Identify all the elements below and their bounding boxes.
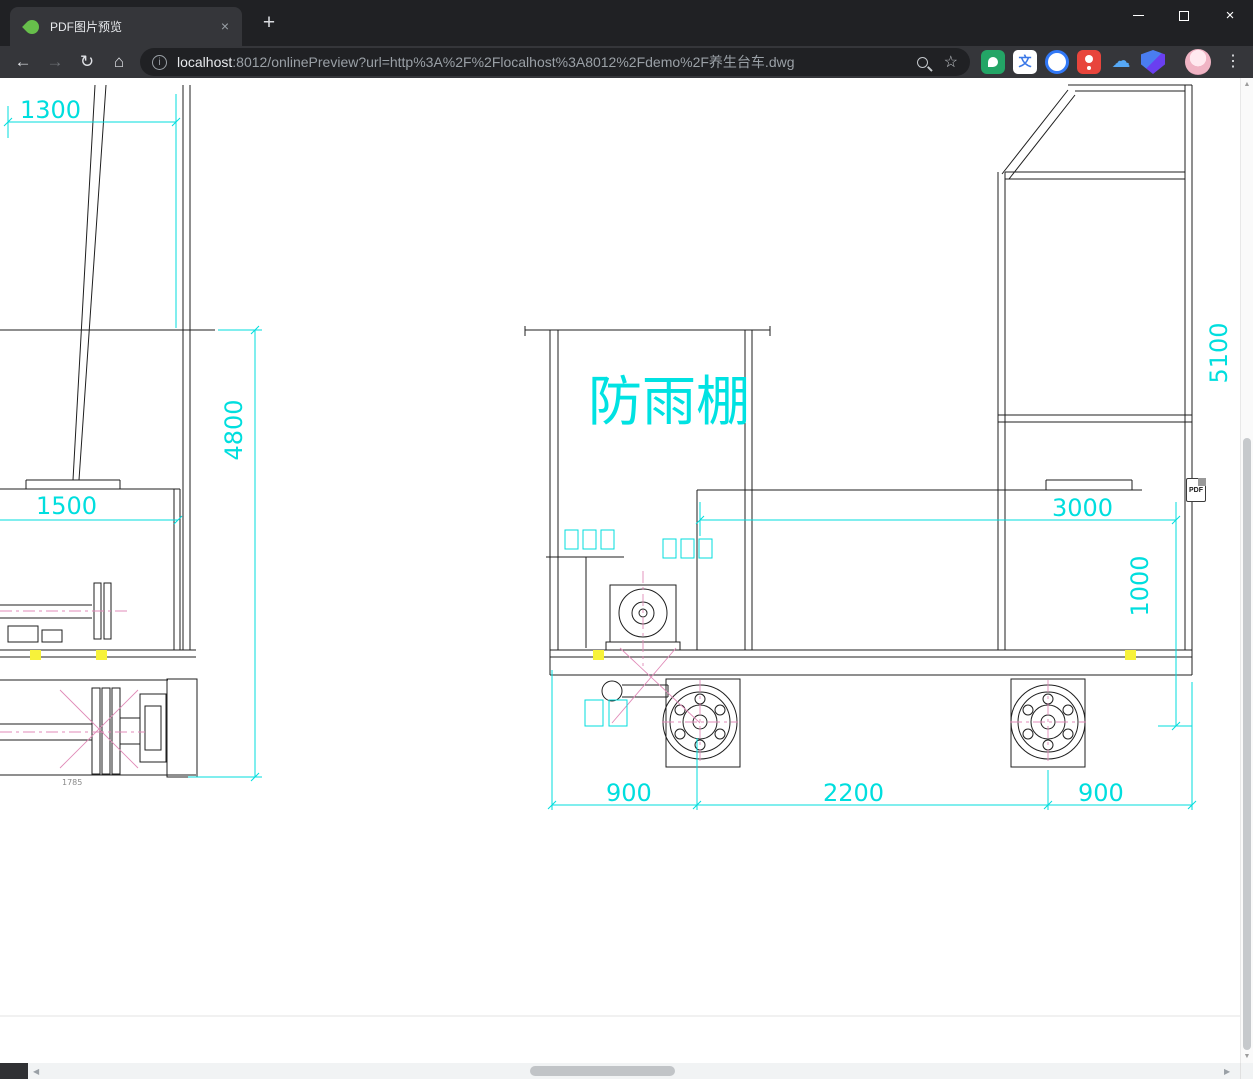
dim-5100: 5100 bbox=[1205, 322, 1233, 383]
cad-drawing: 1300 4800 1500 5100 3000 1000 900 2200 9… bbox=[0, 84, 1240, 1017]
left-elevation-lines bbox=[0, 84, 215, 778]
vertical-scrollbar[interactable]: ▲ ▼ bbox=[1240, 78, 1253, 1063]
window-controls: × bbox=[1115, 0, 1253, 31]
extension-icon-red[interactable] bbox=[1077, 50, 1101, 74]
browser-menu-button[interactable]: ⋮ bbox=[1221, 46, 1245, 78]
dim-1300: 1300 bbox=[20, 96, 81, 124]
browser-tab[interactable]: PDF图片预览 × bbox=[10, 7, 242, 46]
dim-900-left: 900 bbox=[606, 779, 652, 807]
dim-1500: 1500 bbox=[36, 492, 97, 520]
reload-button[interactable]: ↻ bbox=[72, 46, 102, 78]
url-host: localhost bbox=[177, 54, 233, 70]
minimize-button[interactable] bbox=[1115, 0, 1161, 31]
dim-4800: 4800 bbox=[220, 399, 248, 460]
pdf-file-label: PDF bbox=[1189, 487, 1203, 494]
dim-2200: 2200 bbox=[823, 779, 884, 807]
maximize-button[interactable] bbox=[1161, 0, 1207, 31]
maximize-icon bbox=[1179, 10, 1189, 21]
highlight-marks bbox=[30, 650, 1136, 660]
minimize-icon bbox=[1132, 15, 1144, 16]
home-button[interactable]: ⌂ bbox=[104, 46, 134, 78]
extension-icon-blue-ring[interactable] bbox=[1045, 50, 1069, 74]
pink-centerlines bbox=[0, 571, 1086, 764]
extension-icon-green[interactable] bbox=[981, 50, 1005, 74]
dim-900-right: 900 bbox=[1078, 779, 1124, 807]
dim-3000: 3000 bbox=[1052, 494, 1113, 522]
favicon-spring-leaf-icon bbox=[22, 16, 42, 37]
address-bar[interactable]: i localhost:8012/onlinePreview?url=http%… bbox=[140, 48, 970, 76]
profile-avatar[interactable] bbox=[1185, 49, 1211, 75]
canopy-label: 防雨棚 bbox=[588, 370, 750, 433]
browser-toolbar: ← → ↻ ⌂ i localhost:8012/onlinePreview?u… bbox=[0, 46, 1253, 78]
new-tab-button[interactable]: + bbox=[257, 11, 281, 35]
page-info-icon[interactable]: i bbox=[152, 54, 167, 70]
close-button[interactable]: × bbox=[1207, 0, 1253, 31]
tab-close-icon[interactable]: × bbox=[216, 18, 234, 36]
pdf-file-icon[interactable]: PDF bbox=[1186, 478, 1206, 502]
dim-1000: 1000 bbox=[1126, 555, 1154, 616]
forward-button[interactable]: → bbox=[40, 46, 70, 78]
tab-strip: PDF图片预览 × + × bbox=[0, 0, 1253, 46]
bookmark-star-icon[interactable]: ☆ bbox=[944, 52, 958, 72]
horizontal-scrollbar[interactable]: ◀ ▶ bbox=[0, 1063, 1253, 1079]
scrollbar-dark-corner bbox=[0, 1063, 28, 1079]
extension-icon-translate[interactable]: 文 bbox=[1013, 50, 1037, 74]
scroll-up-arrow-icon[interactable]: ▲ bbox=[1241, 81, 1253, 88]
horizontal-scrollbar-thumb[interactable] bbox=[530, 1066, 675, 1076]
scroll-down-arrow-icon[interactable]: ▼ bbox=[1241, 1053, 1253, 1060]
vertical-scrollbar-thumb[interactable] bbox=[1243, 438, 1251, 1050]
dim-1785: 1785 bbox=[62, 778, 82, 787]
extension-icon-shield[interactable] bbox=[1141, 50, 1165, 74]
url-rest: :8012/onlinePreview?url=http%3A%2F%2Floc… bbox=[232, 54, 795, 70]
zoom-icon[interactable] bbox=[916, 56, 928, 68]
page-content-dwg-preview: 1300 4800 1500 5100 3000 1000 900 2200 9… bbox=[0, 78, 1240, 1063]
scrollbar-corner bbox=[1240, 1063, 1253, 1079]
extension-icon-cloud[interactable]: ☁ bbox=[1109, 50, 1133, 74]
scroll-left-arrow-icon[interactable]: ◀ bbox=[33, 1067, 39, 1076]
scroll-right-arrow-icon[interactable]: ▶ bbox=[1224, 1067, 1230, 1076]
url-text: localhost:8012/onlinePreview?url=http%3A… bbox=[177, 52, 909, 72]
tab-title: PDF图片预览 bbox=[50, 20, 123, 34]
back-button[interactable]: ← bbox=[8, 46, 38, 78]
close-icon: × bbox=[1225, 7, 1235, 24]
